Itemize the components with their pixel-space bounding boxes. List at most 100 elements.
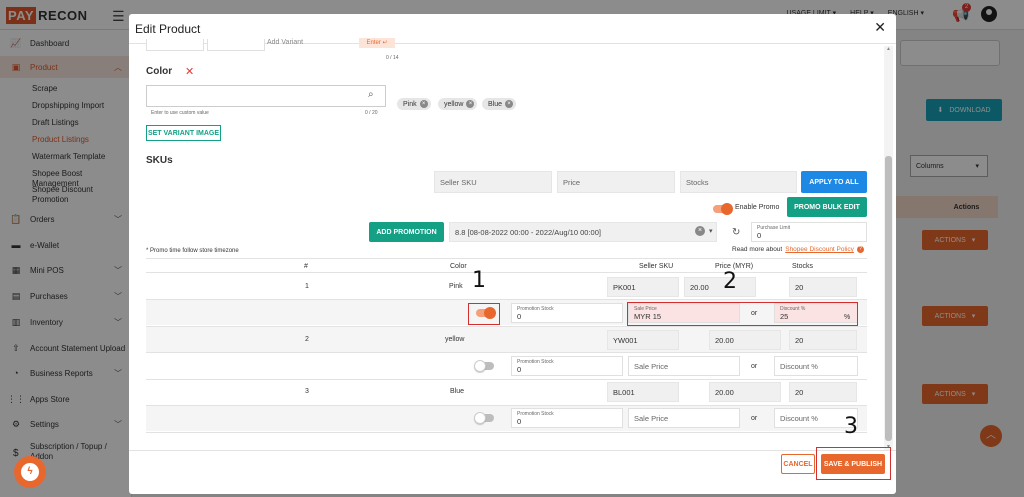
promo-row: [146, 353, 867, 378]
placeholder: Seller SKU: [440, 177, 477, 187]
header-stocks: Stocks: [792, 263, 814, 270]
seller-sku-input[interactable]: YW001: [607, 330, 679, 350]
row-num: 3: [305, 388, 309, 395]
promotion-stock-input[interactable]: Promotion Stock 0: [511, 408, 623, 428]
seller-sku-input[interactable]: PK001: [607, 277, 679, 297]
add-promotion-button[interactable]: ADD PROMOTION: [369, 222, 444, 242]
color-counter: 0 / 20: [365, 110, 378, 116]
discount-policy-note: Read more about Shopee Discount Policy ?: [732, 246, 864, 253]
price-input[interactable]: 20.00: [709, 330, 781, 350]
stocks-input[interactable]: 20: [789, 382, 857, 402]
info-icon: ?: [856, 246, 864, 253]
chip-label: Blue: [488, 100, 503, 108]
row-promo-toggle[interactable]: [474, 360, 494, 372]
apply-to-all-button[interactable]: APPLY TO ALL: [801, 171, 867, 193]
row-color: Blue: [450, 388, 465, 395]
annotation-box-3: [816, 447, 891, 480]
purchase-limit-input[interactable]: Purchase Limit 0: [751, 222, 867, 242]
clear-icon[interactable]: ×: [695, 226, 705, 236]
annotation-box-1: [468, 303, 500, 325]
color-input[interactable]: [146, 85, 386, 107]
seller-sku-input[interactable]: BL001: [607, 382, 679, 402]
close-icon[interactable]: ×: [505, 100, 514, 108]
scroll-up-icon[interactable]: ▲: [886, 46, 891, 52]
annotation-number-2: 2: [723, 269, 737, 294]
discount-percent-input[interactable]: Discount %: [774, 356, 858, 376]
table-row: [146, 273, 867, 298]
scrollbar-thumb[interactable]: [885, 156, 892, 441]
color-section-label: Color: [146, 66, 173, 77]
annotation-number-3: 3: [844, 414, 858, 439]
close-icon[interactable]: ✕: [874, 19, 886, 36]
field-value: 0: [517, 364, 522, 374]
skus-section-label: SKUs: [146, 155, 173, 166]
placeholder: Price: [563, 177, 581, 187]
field-value: PK001: [613, 282, 636, 292]
field-value: 0: [757, 230, 762, 240]
field-value: 20: [795, 335, 804, 345]
toggle-knob: [474, 412, 486, 424]
modal-footer-divider: [129, 450, 896, 451]
header-num: #: [304, 263, 308, 270]
discount-policy-link[interactable]: Shopee Discount Policy: [785, 246, 854, 253]
bulk-price-input[interactable]: Price: [557, 171, 675, 193]
field-value: 0: [517, 416, 522, 426]
edit-product-modal: Edit Product ✕ Add Variant Enter ↵ 0 / 1…: [129, 14, 896, 494]
placeholder: Sale Price: [634, 413, 669, 423]
remove-color-icon[interactable]: ✕: [185, 65, 194, 78]
bulk-stocks-input[interactable]: Stocks: [680, 171, 797, 193]
timezone-note: * Promo time follow store timezone: [146, 248, 239, 254]
stocks-input[interactable]: 20: [789, 330, 857, 350]
add-variant-label[interactable]: Add Variant: [267, 39, 303, 46]
row-color: yellow: [445, 336, 465, 343]
promotion-select[interactable]: 8.8 [08-08-2022 00:00 - 2022/Aug/10 00:0…: [449, 222, 717, 242]
row-promo-toggle[interactable]: [474, 412, 494, 424]
annotation-number-1: 1: [472, 268, 486, 293]
color-chip-blue[interactable]: Blue ×: [482, 98, 517, 110]
modal-title: Edit Product: [135, 22, 201, 36]
toggle-knob: [474, 360, 486, 372]
field-value: 0: [517, 311, 522, 321]
table-divider: [146, 432, 867, 433]
messenger-icon: ϟ: [21, 463, 39, 481]
variant-value-input[interactable]: [207, 39, 265, 51]
toggle-knob: [721, 203, 733, 215]
close-icon[interactable]: ×: [466, 100, 475, 108]
refresh-icon[interactable]: ↻: [732, 227, 740, 238]
promo-bulk-edit-button[interactable]: PROMO BULK EDIT: [787, 197, 867, 217]
field-value: BL001: [613, 387, 635, 397]
annotation-box-2: [627, 302, 858, 326]
messenger-chat-button[interactable]: ϟ: [14, 456, 46, 488]
chip-label: yellow: [444, 100, 464, 108]
promo-row: [146, 406, 867, 431]
row-color: Pink: [449, 283, 463, 290]
sale-price-input[interactable]: Sale Price: [628, 356, 740, 376]
field-value: YW001: [613, 335, 638, 345]
search-icon: ⌕: [368, 89, 374, 100]
enter-button[interactable]: Enter ↵: [359, 38, 395, 48]
bulk-seller-sku-input[interactable]: Seller SKU: [434, 171, 552, 193]
sale-price-input[interactable]: Sale Price: [628, 408, 740, 428]
promotion-stock-input[interactable]: Promotion Stock 0: [511, 303, 623, 323]
field-value: 20.00: [715, 387, 734, 397]
placeholder: Discount %: [780, 361, 818, 371]
promotion-select-value: 8.8 [08-08-2022 00:00 - 2022/Aug/10 00:0…: [455, 227, 601, 237]
color-hint: Enter to use custom value: [151, 110, 209, 116]
stocks-input[interactable]: 20: [789, 277, 857, 297]
row-num: 2: [305, 336, 309, 343]
variant-name-input[interactable]: [146, 39, 204, 51]
cancel-button[interactable]: CANCEL: [781, 454, 815, 474]
set-variant-image-button[interactable]: SET VARIANT IMAGE: [146, 125, 221, 141]
placeholder: Sale Price: [634, 361, 669, 371]
caret-down-icon[interactable]: ▾: [709, 227, 713, 235]
color-chip-pink[interactable]: Pink ×: [397, 98, 431, 110]
close-icon[interactable]: ×: [419, 100, 428, 108]
price-input[interactable]: 20.00: [709, 382, 781, 402]
color-chip-yellow[interactable]: yellow ×: [438, 98, 478, 110]
or-text: or: [751, 415, 758, 422]
modal-scrollbar[interactable]: [884, 46, 893, 451]
placeholder: Stocks: [686, 177, 709, 187]
price-input[interactable]: 20.00: [684, 277, 756, 297]
promotion-stock-input[interactable]: Promotion Stock 0: [511, 356, 623, 376]
enable-promo-toggle[interactable]: [713, 203, 733, 215]
